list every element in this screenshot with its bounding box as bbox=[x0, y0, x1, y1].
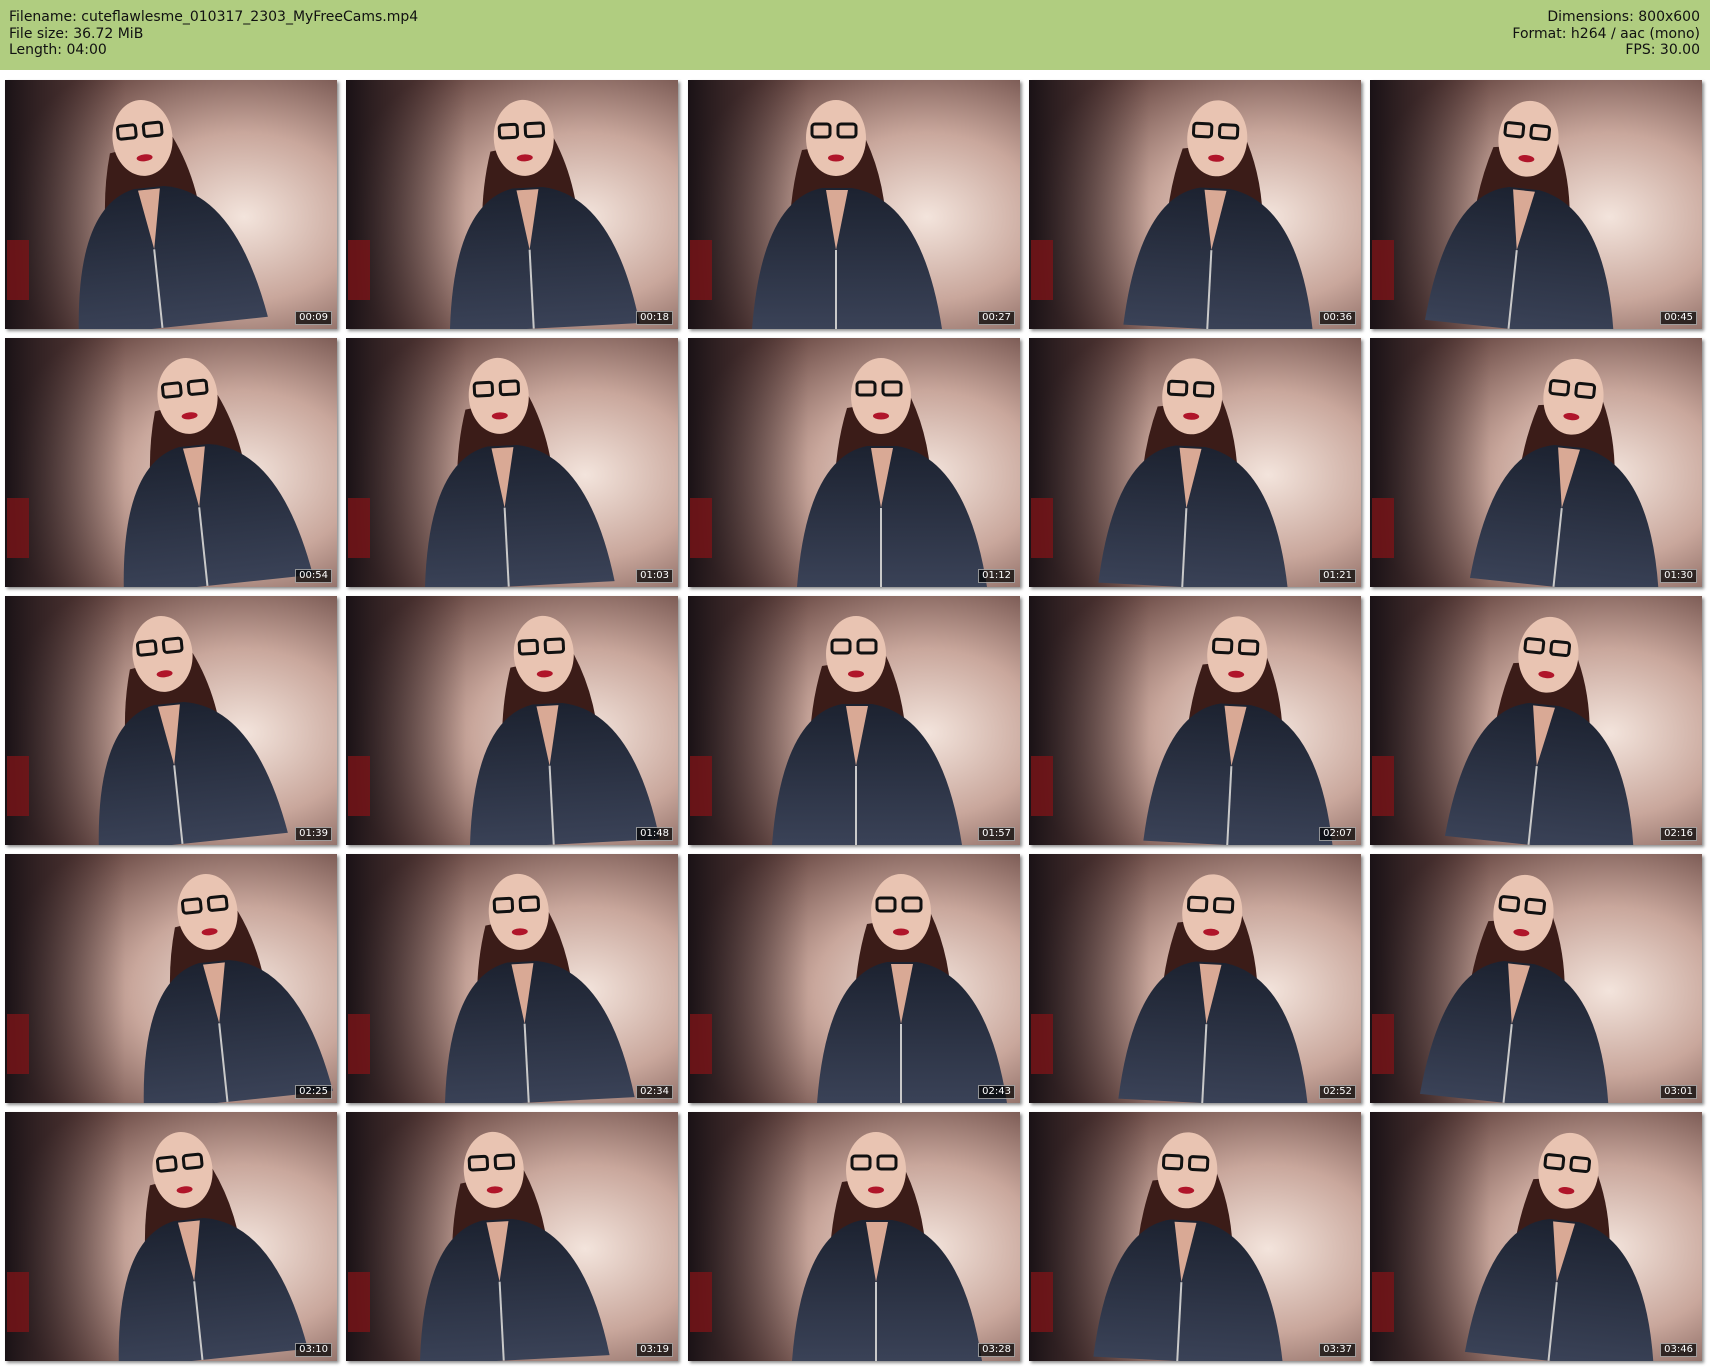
thumbnail-image bbox=[1029, 1112, 1361, 1361]
filename-text: Filename: cuteflawlesme_010317_2303_MyFr… bbox=[9, 9, 419, 25]
length-text: Length: 04:00 bbox=[9, 42, 107, 58]
timestamp-label: 00:54 bbox=[295, 569, 332, 583]
thumbnail-image bbox=[1029, 596, 1361, 845]
thumbnail-frame: 01:21 bbox=[1029, 338, 1361, 587]
timestamp-label: 00:18 bbox=[636, 311, 673, 325]
thumbnail-image bbox=[1370, 1112, 1702, 1361]
thumbnail-image bbox=[346, 854, 678, 1103]
thumbnail-frame: 01:57 bbox=[688, 596, 1020, 845]
timestamp-label: 03:46 bbox=[1660, 1343, 1697, 1357]
thumbnail-image bbox=[5, 338, 337, 587]
thumbnail-image bbox=[5, 80, 337, 329]
thumbnail-frame: 00:27 bbox=[688, 80, 1020, 329]
thumbnail-frame: 02:25 bbox=[5, 854, 337, 1103]
timestamp-label: 03:37 bbox=[1319, 1343, 1356, 1357]
timestamp-label: 03:19 bbox=[636, 1343, 673, 1357]
stream-info: Dimensions: 800x600 Format: h264 / aac (… bbox=[1512, 9, 1700, 59]
thumbnail-frame: 01:12 bbox=[688, 338, 1020, 587]
thumbnail-frame: 01:30 bbox=[1370, 338, 1702, 587]
thumbnail-image bbox=[5, 854, 337, 1103]
thumbnail-image bbox=[688, 596, 1020, 845]
thumbnail-frame: 00:36 bbox=[1029, 80, 1361, 329]
timestamp-label: 02:07 bbox=[1319, 827, 1356, 841]
fps-text: FPS: 30.00 bbox=[1625, 42, 1700, 58]
timestamp-label: 00:36 bbox=[1319, 311, 1356, 325]
thumbnail-frame: 03:19 bbox=[346, 1112, 678, 1361]
format-text: Format: h264 / aac (mono) bbox=[1512, 25, 1700, 42]
timestamp-label: 01:03 bbox=[636, 569, 673, 583]
thumbnail-image bbox=[688, 1112, 1020, 1361]
thumbnail-image bbox=[1370, 338, 1702, 587]
thumbnail-image bbox=[1370, 854, 1702, 1103]
timestamp-label: 00:45 bbox=[1660, 311, 1697, 325]
thumbnail-frame: 01:48 bbox=[346, 596, 678, 845]
dimensions-text: Dimensions: 800x600 bbox=[1547, 9, 1700, 25]
timestamp-label: 01:48 bbox=[636, 827, 673, 841]
thumbnail-image bbox=[5, 1112, 337, 1361]
thumbnail-frame: 03:28 bbox=[688, 1112, 1020, 1361]
thumbnail-frame: 00:09 bbox=[5, 80, 337, 329]
timestamp-label: 01:30 bbox=[1660, 569, 1697, 583]
thumbnail-frame: 02:34 bbox=[346, 854, 678, 1103]
thumbnail-image bbox=[1029, 80, 1361, 329]
thumbnail-image bbox=[346, 80, 678, 329]
thumbnail-image bbox=[346, 1112, 678, 1361]
thumbnail-image bbox=[1370, 80, 1702, 329]
thumbnail-image bbox=[688, 854, 1020, 1103]
video-info-header: Filename: cuteflawlesme_010317_2303_MyFr… bbox=[0, 0, 1710, 70]
timestamp-label: 03:10 bbox=[295, 1343, 332, 1357]
timestamp-label: 02:52 bbox=[1319, 1085, 1356, 1099]
thumbnail-frame: 03:37 bbox=[1029, 1112, 1361, 1361]
thumbnail-image bbox=[5, 596, 337, 845]
thumbnail-frame: 03:46 bbox=[1370, 1112, 1702, 1361]
thumbnail-frame: 03:10 bbox=[5, 1112, 337, 1361]
thumbnail-frame: 02:52 bbox=[1029, 854, 1361, 1103]
thumbnail-frame: 02:07 bbox=[1029, 596, 1361, 845]
thumbnail-frame: 00:45 bbox=[1370, 80, 1702, 329]
timestamp-label: 00:09 bbox=[295, 311, 332, 325]
thumbnail-frame: 00:18 bbox=[346, 80, 678, 329]
thumbnail-frame: 01:03 bbox=[346, 338, 678, 587]
timestamp-label: 01:57 bbox=[978, 827, 1015, 841]
thumbnail-image bbox=[1370, 596, 1702, 845]
timestamp-label: 02:34 bbox=[636, 1085, 673, 1099]
thumbnail-frame: 02:43 bbox=[688, 854, 1020, 1103]
thumbnail-frame: 03:01 bbox=[1370, 854, 1702, 1103]
timestamp-label: 01:21 bbox=[1319, 569, 1356, 583]
timestamp-label: 02:16 bbox=[1660, 827, 1697, 841]
timestamp-label: 02:43 bbox=[978, 1085, 1015, 1099]
thumbnail-frame: 01:39 bbox=[5, 596, 337, 845]
timestamp-label: 01:39 bbox=[295, 827, 332, 841]
timestamp-label: 00:27 bbox=[978, 311, 1015, 325]
thumbnail-image bbox=[346, 338, 678, 587]
filesize-text: File size: 36.72 MiB bbox=[9, 25, 144, 42]
thumbnail-image bbox=[1029, 338, 1361, 587]
thumbnail-image bbox=[346, 596, 678, 845]
timestamp-label: 02:25 bbox=[295, 1085, 332, 1099]
file-info: Filename: cuteflawlesme_010317_2303_MyFr… bbox=[9, 9, 418, 59]
timestamp-label: 03:01 bbox=[1660, 1085, 1697, 1099]
thumbnail-image bbox=[688, 80, 1020, 329]
timestamp-label: 01:12 bbox=[978, 569, 1015, 583]
timestamp-label: 03:28 bbox=[978, 1343, 1015, 1357]
thumbnail-image bbox=[1029, 854, 1361, 1103]
thumbnail-image bbox=[688, 338, 1020, 587]
thumbnail-frame: 00:54 bbox=[5, 338, 337, 587]
thumbnail-frame: 02:16 bbox=[1370, 596, 1702, 845]
